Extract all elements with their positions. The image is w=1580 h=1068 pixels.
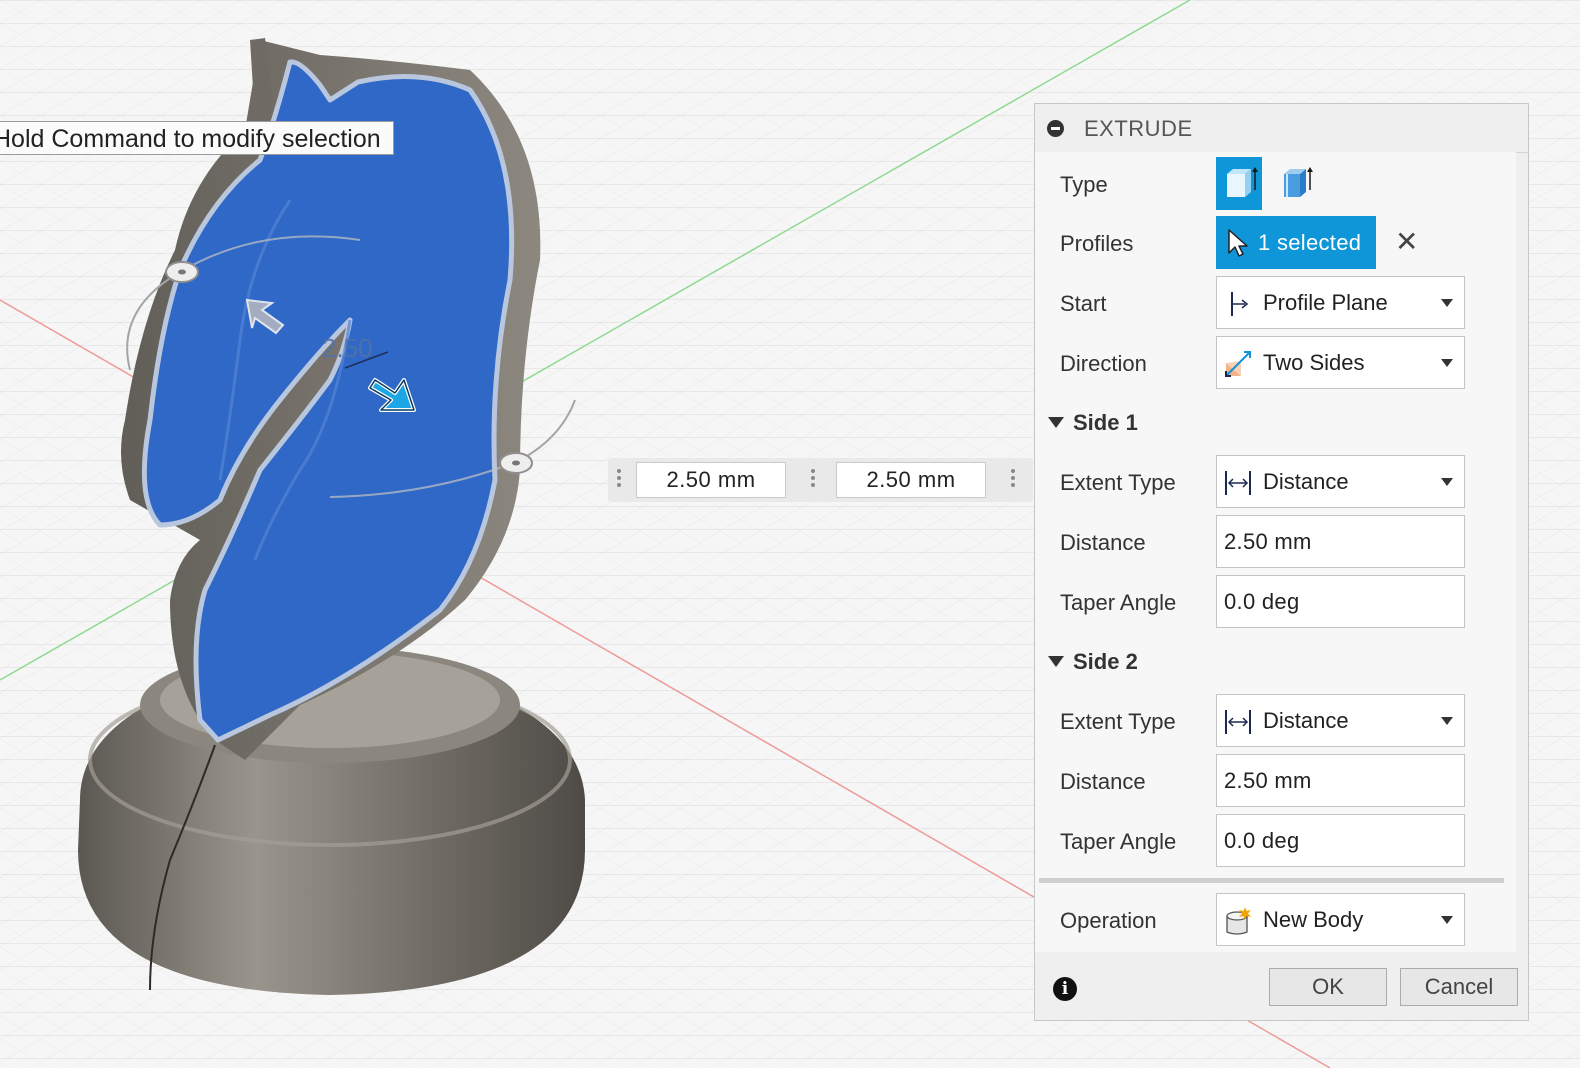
profiles-label: Profiles — [1060, 231, 1134, 256]
ok-button[interactable]: OK — [1269, 968, 1387, 1006]
side2-distance-canvas-input[interactable]: 2.50 mm — [836, 462, 986, 498]
close-icon[interactable]: ✕ — [1395, 228, 1418, 256]
chevron-down-icon — [1441, 299, 1453, 307]
cancel-button[interactable]: Cancel — [1400, 968, 1518, 1006]
chevron-down-icon — [1441, 717, 1453, 725]
side1-distance-field[interactable]: 2.50 mm — [1216, 515, 1465, 568]
extrude-solid-icon — [1227, 167, 1258, 197]
side1-taper-label: Taper Angle — [1060, 590, 1177, 615]
section-divider — [1039, 878, 1504, 883]
side2-extent-dropdown[interactable]: Distance — [1216, 694, 1465, 747]
side2-distance-field[interactable]: 2.50 mm — [1216, 754, 1465, 807]
profiles-count: 1 selected — [1258, 230, 1362, 255]
type-solid-button[interactable] — [1216, 157, 1262, 210]
side2-extent-label: Extent Type — [1060, 709, 1176, 734]
direction-label: Direction — [1060, 351, 1147, 376]
type-label: Type — [1060, 172, 1108, 197]
side1-title: Side 1 — [1073, 410, 1138, 435]
start-dropdown[interactable]: Profile Plane — [1216, 276, 1465, 329]
collapse-triangle-icon — [1048, 656, 1064, 667]
operation-label: Operation — [1060, 908, 1157, 933]
start-value: Profile Plane — [1263, 290, 1388, 315]
dimension-label: 2.50 — [322, 333, 373, 363]
side2-distance-label: Distance — [1060, 769, 1146, 794]
cursor-arrow-icon — [1228, 229, 1248, 257]
dialog-body: Type Profiles 1 selected ✕ Start Profile… — [1035, 152, 1516, 952]
direction-dropdown[interactable]: Two Sides — [1216, 336, 1465, 389]
profiles-selection-button[interactable]: 1 selected — [1216, 216, 1376, 269]
side1-taper-field[interactable]: 0.0 deg — [1216, 575, 1465, 628]
side2-extent-value: Distance — [1263, 708, 1349, 733]
side1-distance-label: Distance — [1060, 530, 1146, 555]
side1-extent-label: Extent Type — [1060, 470, 1176, 495]
dialog-footer: i OK Cancel — [1035, 952, 1528, 1020]
side2-taper-label: Taper Angle — [1060, 829, 1177, 854]
side1-section-toggle[interactable]: Side 1 — [1048, 410, 1138, 436]
knight-base[interactable] — [78, 647, 585, 995]
selection-tooltip: Hold Command to modify selection — [0, 121, 394, 155]
info-icon[interactable]: i — [1053, 977, 1077, 1001]
side2-title: Side 2 — [1073, 649, 1138, 674]
operation-dropdown[interactable]: New Body — [1216, 893, 1465, 946]
side2-taper-field[interactable]: 0.0 deg — [1216, 814, 1465, 867]
tooltip-text: Hold Command to modify selection — [0, 125, 381, 153]
chevron-down-icon — [1441, 359, 1453, 367]
operation-value: New Body — [1263, 907, 1364, 932]
distance-icon — [1225, 710, 1251, 734]
side1-distance-canvas-input[interactable]: 2.50 mm — [636, 462, 786, 498]
chevron-down-icon — [1441, 478, 1453, 486]
collapse-icon[interactable] — [1047, 120, 1064, 137]
dialog-title: EXTRUDE — [1084, 116, 1193, 141]
type-thin-button[interactable] — [1273, 157, 1319, 210]
start-label: Start — [1060, 291, 1107, 316]
dialog-header[interactable]: EXTRUDE — [1035, 104, 1528, 153]
canvas-dimension-inputs: 2.50 mm 2.50 mm — [608, 458, 1033, 502]
options-icon[interactable] — [808, 466, 818, 494]
direction-value: Two Sides — [1263, 350, 1365, 375]
side1-extent-dropdown[interactable]: Distance — [1216, 455, 1465, 508]
distance-icon — [1225, 471, 1251, 495]
side2-section-toggle[interactable]: Side 2 — [1048, 649, 1138, 675]
options-icon-2[interactable] — [1008, 466, 1018, 494]
drag-grip-icon[interactable] — [614, 466, 624, 494]
profile-plane-icon — [1231, 292, 1249, 316]
new-body-icon — [1226, 907, 1251, 935]
chevron-down-icon — [1441, 916, 1453, 924]
extrude-dialog: EXTRUDE Type Profiles 1 selected ✕ Start… — [1034, 103, 1529, 1021]
side1-extent-value: Distance — [1263, 469, 1349, 494]
two-sides-icon — [1225, 351, 1251, 377]
extrude-thin-icon — [1284, 167, 1313, 197]
collapse-triangle-icon — [1048, 417, 1064, 428]
